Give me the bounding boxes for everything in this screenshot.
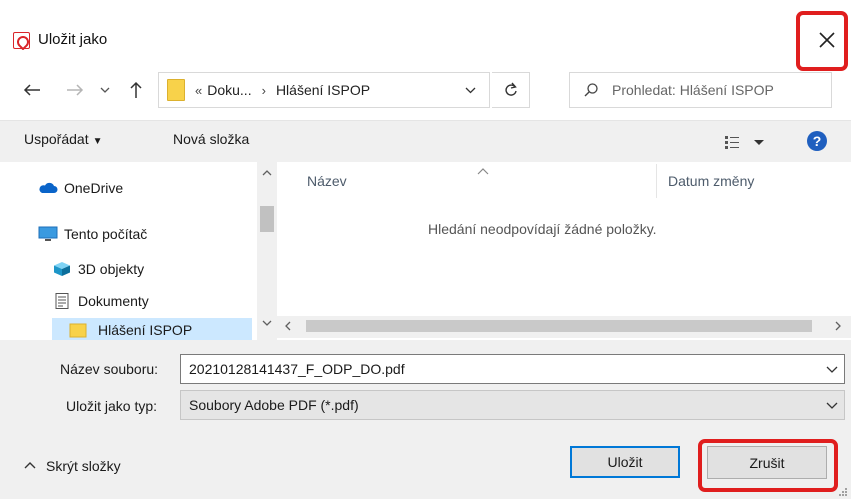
computer-icon [38, 226, 58, 242]
arrow-up-icon [130, 81, 142, 98]
refresh-button[interactable] [492, 72, 530, 108]
cancel-button[interactable]: Zrušit [707, 446, 827, 479]
search-input[interactable]: Prohledat: Hlášení ISPOP [569, 72, 832, 108]
nav-item-label: 3D objekty [78, 261, 145, 277]
chevron-down-icon [100, 87, 110, 93]
horizontal-scroll-thumb[interactable] [306, 320, 812, 332]
chevron-down-icon [826, 402, 838, 409]
save-button[interactable]: Uložit [570, 446, 680, 478]
scroll-right-button[interactable] [830, 318, 846, 334]
new-folder-button[interactable]: Nová složka [173, 131, 249, 147]
address-dropdown-button[interactable] [461, 81, 479, 99]
nav-item-label: Hlášení ISPOP [98, 322, 193, 338]
chevron-left-icon [285, 321, 291, 331]
cloud-icon [38, 180, 58, 196]
chevron-right-icon [835, 321, 841, 331]
nav-scroll-thumb[interactable] [260, 206, 274, 232]
file-list [277, 162, 851, 316]
breadcrumb-documents[interactable]: Doku... [207, 82, 251, 98]
window-title: Uložit jako [38, 31, 108, 48]
chevron-up-icon [24, 462, 36, 469]
close-button[interactable] [812, 27, 842, 53]
recent-locations-button[interactable] [96, 76, 114, 104]
sort-ascending-icon [476, 163, 490, 175]
hide-folders-button[interactable]: Skrýt složky [24, 458, 121, 474]
caret-down-icon: ▼ [92, 136, 103, 147]
view-options-icon [725, 136, 764, 149]
breadcrumb-current-folder[interactable]: Hlášení ISPOP [276, 82, 370, 98]
column-divider[interactable] [656, 164, 657, 198]
organize-button[interactable]: Uspořádat ▼ [24, 131, 103, 147]
scroll-up-button[interactable] [260, 166, 274, 180]
search-icon [584, 83, 598, 97]
column-header-date-modified[interactable]: Datum změny [668, 173, 754, 189]
nav-item-documents[interactable]: Dokumenty [52, 289, 149, 313]
chevron-down-icon[interactable] [826, 364, 838, 374]
back-button[interactable] [18, 76, 46, 104]
refresh-icon [504, 82, 517, 96]
chevron-down-icon [465, 87, 475, 93]
nav-item-3d-objects[interactable]: 3D objekty [52, 257, 144, 281]
nav-item-label: OneDrive [64, 180, 124, 196]
breadcrumb-separator[interactable]: › [262, 83, 266, 98]
hide-folders-label: Skrýt složky [46, 458, 121, 474]
filename-value: 20210128141437_F_ODP_DO.pdf [189, 361, 405, 377]
view-options-button[interactable] [724, 133, 768, 151]
chevron-down-icon [262, 320, 272, 326]
arrow-right-icon [67, 84, 84, 96]
scroll-down-button[interactable] [260, 316, 274, 330]
resize-grip-icon[interactable] [838, 484, 848, 496]
filetype-label: Uložit jako typ: [66, 398, 158, 414]
folder-icon [68, 322, 88, 338]
column-header-name[interactable]: Název [307, 173, 347, 189]
folder-icon [167, 79, 185, 101]
search-placeholder: Prohledat: Hlášení ISPOP [612, 82, 774, 98]
filename-field[interactable]: 20210128141437_F_ODP_DO.pdf [180, 354, 845, 384]
address-overflow[interactable]: « [195, 83, 202, 98]
nav-item-label: Dokumenty [78, 293, 149, 309]
nav-item-label: Tento počítač [64, 226, 148, 242]
forward-button[interactable] [62, 76, 88, 104]
nav-item-this-pc[interactable]: Tento počítač [38, 222, 147, 246]
adobe-pdf-icon [13, 32, 30, 49]
title-bar [0, 0, 851, 82]
nav-item-hlaseni-ispop[interactable]: Hlášení ISPOP [52, 318, 252, 342]
nav-pane-scrollbar[interactable] [257, 162, 277, 340]
organize-label: Uspořádat [24, 131, 89, 147]
empty-results-message: Hledání neodpovídají žádné položky. [428, 221, 657, 237]
arrow-left-icon [23, 84, 40, 96]
filename-label: Název souboru: [60, 361, 159, 377]
close-icon [819, 32, 835, 48]
chevron-up-icon [262, 170, 272, 176]
help-button[interactable]: ? [807, 131, 827, 151]
address-bar[interactable]: « Doku... › Hlášení ISPOP [158, 72, 490, 108]
filetype-value: Soubory Adobe PDF (*.pdf) [189, 397, 359, 413]
filetype-select[interactable]: Soubory Adobe PDF (*.pdf) [180, 390, 845, 420]
scroll-left-button[interactable] [280, 318, 296, 334]
up-button[interactable] [124, 76, 148, 104]
nav-item-onedrive[interactable]: OneDrive [38, 176, 123, 200]
document-icon [52, 293, 72, 309]
cube-3d-icon [52, 261, 72, 277]
